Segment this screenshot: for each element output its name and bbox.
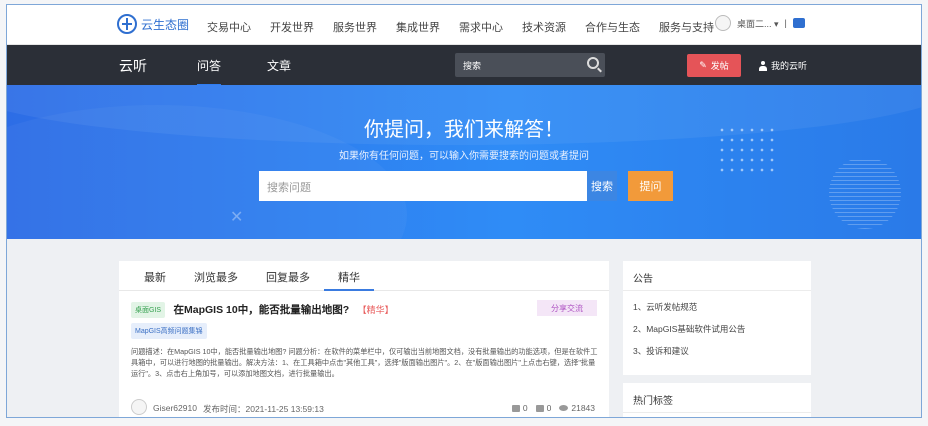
like-count: 0 xyxy=(522,403,528,413)
author-name[interactable]: Giser62910 xyxy=(153,403,197,413)
nav-search-input[interactable]: 搜索 xyxy=(455,53,605,77)
ask-question-button[interactable]: 提问 xyxy=(628,171,673,201)
hot-tags-panel: 热门标签 xyxy=(623,383,811,417)
user-menu[interactable]: 桌面二... ▾ | xyxy=(715,15,805,31)
cross-decoration: ✕ xyxy=(230,209,244,226)
share-tag[interactable]: 分享交流 xyxy=(537,300,597,316)
top-menu: 交易中心 开发世界 服务世界 集成世界 需求中心 技术资源 合作与生态 服务与支… xyxy=(207,19,733,35)
like-stat[interactable]: 0 xyxy=(511,403,528,413)
thumbs-up-icon xyxy=(511,404,520,412)
question-tabs: 最新 浏览最多 回复最多 精华 xyxy=(119,261,609,291)
brand-title[interactable]: 云听 xyxy=(119,56,147,76)
tab-featured[interactable]: 精华 xyxy=(324,261,374,291)
hero-banner: ✕ 你提问，我们来解答！ 如果你有任何问题，可以输入你需要搜索的问题或者提问 搜… xyxy=(7,85,921,239)
question-title[interactable]: 在MapGIS 10中，能否批量输出地图? xyxy=(174,302,350,317)
notice-item[interactable]: 2、MapGIS基础软件试用公告 xyxy=(633,323,801,335)
post-button[interactable]: ✎ 发帖 xyxy=(687,54,741,77)
site-logo[interactable]: 云生态圈 xyxy=(117,14,189,34)
tab-most-replied[interactable]: 回复最多 xyxy=(266,261,310,290)
category-badge[interactable]: 桌面GIS xyxy=(131,301,166,318)
question-description: 问题描述：在MapGIS 10中，能否批量输出地图? 问题分析：在软件的菜单栏中… xyxy=(131,347,598,378)
user-icon xyxy=(759,60,767,71)
topic-tag[interactable]: MapGIS高频问题集锦 xyxy=(131,323,207,339)
my-cloud-link[interactable]: 我的云听 xyxy=(759,59,807,72)
comment-stat: 0 xyxy=(535,403,552,413)
nav-divider: | xyxy=(784,18,787,28)
logo-text: 云生态圈 xyxy=(141,17,190,32)
search-icon[interactable] xyxy=(587,57,599,69)
notice-panel: 公告 1、云听发帖规范 2、MapGIS基础软件试用公告 3、投诉和建议 xyxy=(623,261,811,375)
question-stats: 0 0 21843 xyxy=(511,403,595,413)
publish-time: 发布时间：2021-11-25 13:59:13 xyxy=(203,404,324,414)
tab-latest[interactable]: 最新 xyxy=(144,261,166,290)
page-frame: 云生态圈 交易中心 开发世界 服务世界 集成世界 需求中心 技术资源 合作与生态… xyxy=(6,4,922,418)
notice-item[interactable]: 1、云听发帖规范 xyxy=(633,301,801,313)
globe-icon xyxy=(117,14,137,34)
tab-qa[interactable]: 问答 xyxy=(197,57,222,87)
top-menu-item-integration[interactable]: 集成世界 xyxy=(396,19,440,35)
user-name[interactable]: 桌面二... ▾ xyxy=(737,17,779,30)
top-navigation: 云生态圈 交易中心 开发世界 服务世界 集成世界 需求中心 技术资源 合作与生态… xyxy=(7,5,921,45)
user-avatar-icon xyxy=(715,15,731,31)
tab-most-viewed[interactable]: 浏览最多 xyxy=(194,261,238,290)
top-menu-item-develop[interactable]: 开发世界 xyxy=(270,19,314,35)
view-count: 21843 xyxy=(571,403,595,413)
question-meta: Giser62910 发布时间：2021-11-25 13:59:13 0 0 … xyxy=(131,399,601,417)
comment-icon xyxy=(535,404,544,412)
question-list-card: 最新 浏览最多 回复最多 精华 桌面GIS 在MapGIS 10中，能否批量输出… xyxy=(119,261,609,417)
top-menu-item-trade[interactable]: 交易中心 xyxy=(207,19,251,35)
notice-list: 1、云听发帖规范 2、MapGIS基础软件试用公告 3、投诉和建议 xyxy=(623,291,811,377)
nav-search-placeholder: 搜索 xyxy=(463,61,482,71)
my-cloud-label: 我的云听 xyxy=(771,61,808,71)
hero-subtitle: 如果你有任何问题，可以输入你需要搜索的问题或者提问 xyxy=(339,151,589,162)
pencil-icon: ✎ xyxy=(699,60,707,70)
top-menu-item-support[interactable]: 服务与支持 xyxy=(659,19,714,35)
question-search-input[interactable]: 搜索问题 xyxy=(259,171,589,201)
top-menu-item-service[interactable]: 服务世界 xyxy=(333,19,377,35)
hero-title: 你提问，我们来解答！ xyxy=(364,119,564,141)
post-button-label: 发帖 xyxy=(710,61,729,71)
top-menu-item-demand[interactable]: 需求中心 xyxy=(459,19,503,35)
top-menu-item-resources[interactable]: 技术资源 xyxy=(522,19,566,35)
avatar[interactable] xyxy=(131,399,147,415)
view-stat: 21843 xyxy=(559,403,595,413)
list-item: 桌面GIS 在MapGIS 10中，能否批量输出地图? 【精华】 分享交流 Ma… xyxy=(131,300,601,415)
notice-title: 公告 xyxy=(623,261,811,291)
message-icon[interactable] xyxy=(792,18,805,28)
hot-tags-title: 热门标签 xyxy=(623,383,811,413)
section-navigation: 云听 问答 文章 搜索 ✎ 发帖 我的云听 xyxy=(7,45,921,87)
top-menu-item-ecology[interactable]: 合作与生态 xyxy=(585,19,640,35)
question-search-button[interactable]: 搜索 xyxy=(587,171,617,201)
comment-count: 0 xyxy=(546,403,552,413)
featured-flag: 【精华】 xyxy=(357,305,394,316)
circle-decoration xyxy=(829,157,901,229)
notice-item[interactable]: 3、投诉和建议 xyxy=(633,345,801,357)
eye-icon xyxy=(559,405,569,411)
tab-articles[interactable]: 文章 xyxy=(267,57,291,74)
